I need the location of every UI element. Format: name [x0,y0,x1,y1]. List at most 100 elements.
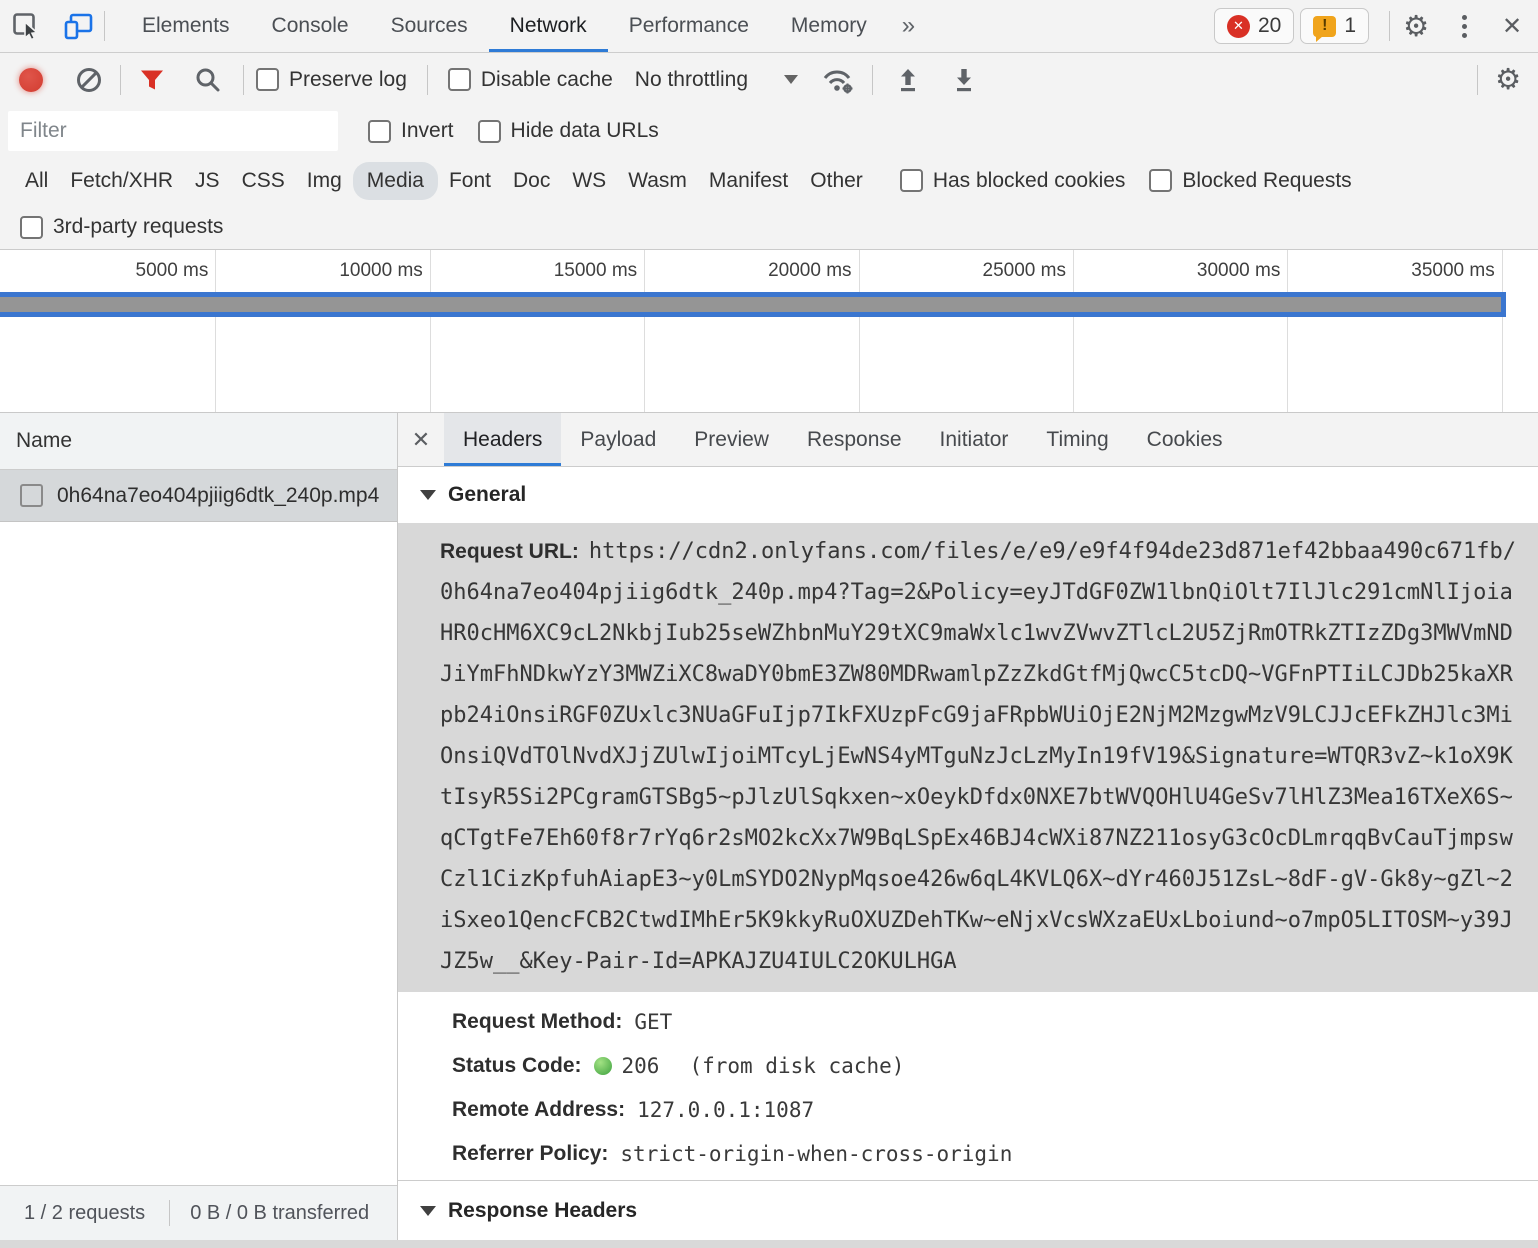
warning-count-badge[interactable]: ! 1 [1300,8,1369,44]
hide-data-urls-control: Hide data URLs [478,119,659,143]
general-fields: Request Method: GET Status Code: 206 (fr… [398,1000,1538,1176]
throttling-value: No throttling [635,68,748,92]
has-blocked-cookies-checkbox[interactable] [900,169,923,192]
settings-gear-icon[interactable]: ⚙ [1390,0,1442,52]
throttling-dropdown[interactable]: No throttling [635,68,798,92]
type-filter-all[interactable]: All [14,162,59,200]
details-tab-initiator[interactable]: Initiator [921,413,1028,466]
close-details-icon[interactable]: ✕ [398,413,444,466]
tab-elements[interactable]: Elements [121,0,251,52]
response-headers-section-header[interactable]: Response Headers [398,1180,1538,1240]
request-url-row[interactable]: Request URL:https://cdn2.onlyfans.com/fi… [398,523,1538,992]
details-tab-preview[interactable]: Preview [675,413,788,466]
main-split: Name 0h64na7eo404pjiig6dtk_240p.mp4 1 / … [0,413,1538,1240]
close-devtools-icon[interactable]: ✕ [1486,0,1538,52]
filter-input[interactable] [8,111,338,151]
inspect-element-icon[interactable] [0,0,52,52]
requests-empty-area [0,522,397,1185]
has-blocked-cookies-control: Has blocked cookies [900,169,1126,193]
type-filter-media[interactable]: Media [353,162,438,200]
tab-memory[interactable]: Memory [770,0,888,52]
tab-performance[interactable]: Performance [608,0,770,52]
network-status-bar: 1 / 2 requests 0 B / 0 B transferred [0,1185,397,1240]
request-method-row: Request Method: GET [398,1000,1538,1044]
request-row-0h64na7eo404pjiig6dtk-240p-mp4[interactable]: 0h64na7eo404pjiig6dtk_240p.mp4 [0,470,397,522]
type-filter-js[interactable]: JS [184,162,231,200]
network-overview-timeline[interactable]: 5000 ms 10000 ms 15000 ms 20000 ms 25000… [0,250,1538,413]
type-filter-doc[interactable]: Doc [502,162,561,200]
import-har-icon[interactable] [885,57,931,103]
network-settings-gear-icon[interactable]: ⚙ [1478,57,1538,103]
type-filter-fetch-xhr[interactable]: Fetch/XHR [59,162,184,200]
details-tab-timing[interactable]: Timing [1027,413,1127,466]
invert-checkbox[interactable] [368,120,391,143]
third-party-filter-row: 3rd-party requests [0,205,1538,250]
network-toolbar: Preserve log Disable cache No throttling [0,53,1538,106]
warning-count: 1 [1344,14,1356,38]
details-tab-response[interactable]: Response [788,413,921,466]
remote-address-value: 127.0.0.1:1087 [637,1098,814,1122]
resource-type-filters: AllFetch/XHRJSCSSImgMediaFontDocWSWasmMa… [14,156,874,205]
error-count-badge[interactable]: ✕ 20 [1214,8,1294,44]
type-filter-ws[interactable]: WS [561,162,617,200]
name-column-header[interactable]: Name [0,413,397,470]
type-filter-manifest[interactable]: Manifest [698,162,799,200]
third-party-label: 3rd-party requests [53,215,223,239]
transferred-size: 0 B / 0 B transferred [170,1202,397,1225]
tab-network[interactable]: Network [489,0,608,52]
request-url-label: Request URL: [440,540,579,563]
more-tabs-icon[interactable]: » [888,12,929,40]
type-filter-css[interactable]: CSS [231,162,296,200]
devtools-window: ElementsConsoleSourcesNetworkPerformance… [0,0,1538,1248]
timeline-tick-35000-ms: 35000 ms [1288,250,1502,412]
network-conditions-icon[interactable] [814,57,860,103]
general-section-header[interactable]: General [398,467,1538,523]
type-filter-other[interactable]: Other [799,162,874,200]
general-title: General [448,483,526,507]
kebab-menu-icon[interactable] [1442,0,1486,52]
status-code-value: 206 [622,1054,660,1078]
request-method-label: Request Method: [452,1010,622,1034]
export-har-icon[interactable] [941,57,987,103]
disable-cache-control: Disable cache [448,68,613,92]
request-details-panel: ✕ HeadersPayloadPreviewResponseInitiator… [398,413,1538,1240]
invert-label: Invert [401,119,454,143]
divider [427,65,428,95]
timeline-tick-25000-ms: 25000 ms [860,250,1074,412]
timeline-tick-30000-ms: 30000 ms [1074,250,1288,412]
search-icon[interactable] [185,57,231,103]
third-party-checkbox[interactable] [20,216,43,239]
timeline-tick-5000-ms: 5000 ms [2,250,216,412]
overview-selection-bar[interactable] [0,292,1506,317]
request-rows: 0h64na7eo404pjiig6dtk_240p.mp4 [0,470,397,522]
type-filter-wasm[interactable]: Wasm [617,162,698,200]
details-tab-payload[interactable]: Payload [561,413,675,466]
tick-label: 30000 ms [1074,250,1287,292]
details-tabs: HeadersPayloadPreviewResponseInitiatorTi… [444,413,1242,466]
timeline-tick-15000-ms: 15000 ms [431,250,645,412]
blocked-requests-checkbox[interactable] [1149,169,1172,192]
type-filter-img[interactable]: Img [296,162,353,200]
type-filter-font[interactable]: Font [438,162,502,200]
request-method-value: GET [634,1010,672,1034]
issue-badges: ✕ 20 ! 1 [1214,8,1369,44]
filter-funnel-icon[interactable] [129,57,175,103]
disable-cache-checkbox[interactable] [448,68,471,91]
divider [120,65,121,95]
details-tab-cookies[interactable]: Cookies [1128,413,1242,466]
record-network-log-button[interactable] [8,57,54,103]
timeline-tick-10000-ms: 10000 ms [216,250,430,412]
device-toolbar-icon[interactable] [52,0,104,52]
preserve-log-checkbox[interactable] [256,68,279,91]
details-tab-headers[interactable]: Headers [444,413,561,466]
preserve-log-label: Preserve log [289,68,407,92]
details-tabbar: ✕ HeadersPayloadPreviewResponseInitiator… [398,413,1538,467]
tab-console[interactable]: Console [251,0,370,52]
timeline-ticks: 5000 ms 10000 ms 15000 ms 20000 ms 25000… [0,250,1538,412]
hide-data-urls-checkbox[interactable] [478,120,501,143]
divider [872,65,873,95]
clear-network-log-icon[interactable] [66,57,112,103]
tab-sources[interactable]: Sources [370,0,489,52]
divider [104,11,105,41]
filter-row: Invert Hide data URLs [0,106,1538,156]
